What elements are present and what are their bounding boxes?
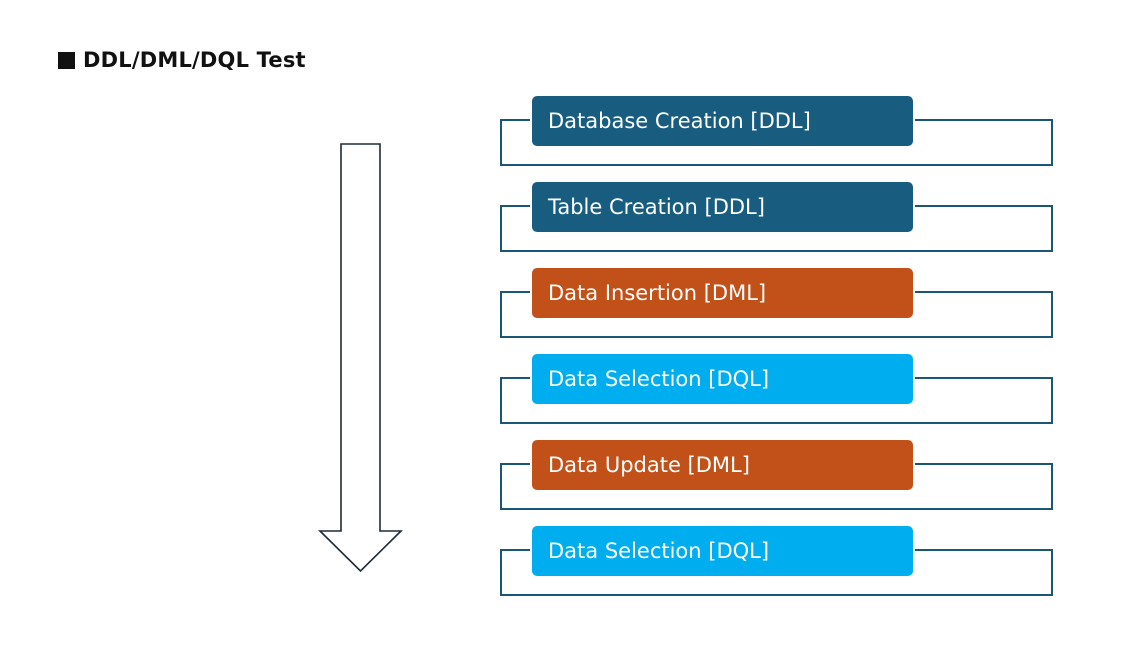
step-label-box: Data Insertion [DML] — [530, 266, 915, 320]
step-label-box: Data Selection [DQL] — [530, 524, 915, 578]
step-1: Database Creation [DDL] — [500, 94, 1056, 172]
step-label: Table Creation [DDL] — [548, 195, 765, 219]
square-bullet-icon — [58, 51, 75, 69]
step-6: Data Selection [DQL] — [500, 524, 1056, 602]
step-4: Data Selection [DQL] — [500, 352, 1056, 430]
down-arrow-icon — [318, 143, 403, 573]
step-label-box: Data Update [DML] — [530, 438, 915, 492]
page-title-text: DDL/DML/DQL Test — [83, 48, 306, 72]
step-label: Data Insertion [DML] — [548, 281, 767, 305]
step-label-box: Database Creation [DDL] — [530, 94, 915, 148]
step-2: Table Creation [DDL] — [500, 180, 1056, 258]
step-label-box: Table Creation [DDL] — [530, 180, 915, 234]
step-label: Data Update [DML] — [548, 453, 750, 477]
page-title: DDL/DML/DQL Test — [58, 46, 306, 74]
step-5: Data Update [DML] — [500, 438, 1056, 516]
step-label: Data Selection [DQL] — [548, 367, 770, 391]
step-3: Data Insertion [DML] — [500, 266, 1056, 344]
step-label: Database Creation [DDL] — [548, 109, 811, 133]
step-label: Data Selection [DQL] — [548, 539, 770, 563]
step-label-box: Data Selection [DQL] — [530, 352, 915, 406]
